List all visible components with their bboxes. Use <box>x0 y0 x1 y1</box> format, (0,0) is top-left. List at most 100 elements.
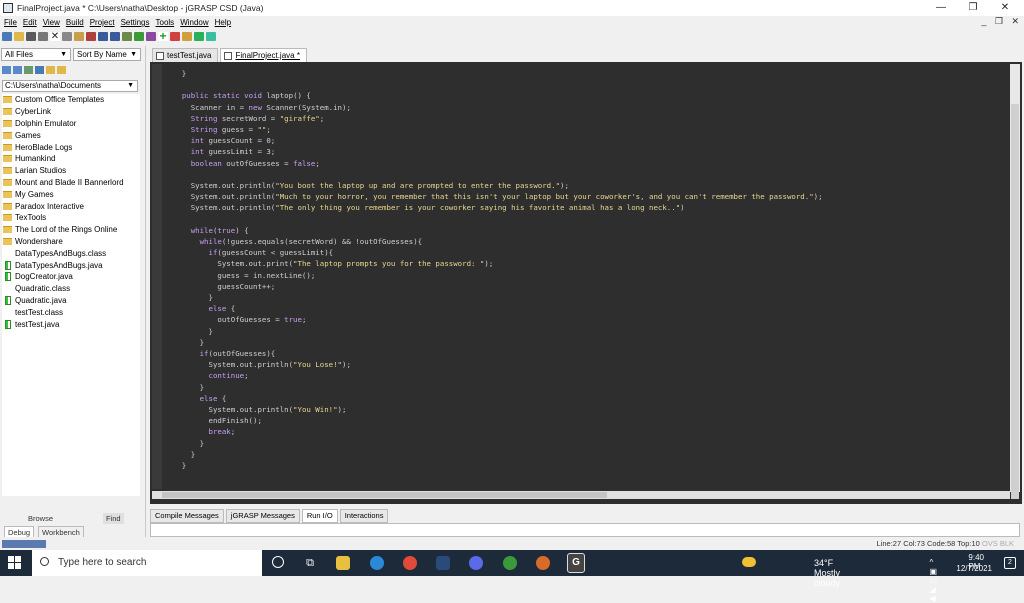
menu-file[interactable]: File <box>4 18 17 27</box>
tab-interactions[interactable]: Interactions <box>339 509 389 523</box>
window-title: FinalProject.java * C:\Users\natha\Deskt… <box>17 3 264 13</box>
close-button[interactable]: ✕ <box>990 0 1020 16</box>
save-icon[interactable] <box>26 32 36 41</box>
file-list-item[interactable]: Custom Office Templates <box>2 94 140 106</box>
folder-icon <box>3 108 12 116</box>
uml-icon[interactable] <box>134 32 144 41</box>
minimize-button[interactable]: — <box>926 0 956 16</box>
file-list-item[interactable]: Larian Studios <box>2 165 140 177</box>
viewer-icon[interactable] <box>206 32 216 41</box>
restore-button[interactable]: ❐ <box>958 0 988 16</box>
menu-help[interactable]: Help <box>215 18 231 27</box>
file-filter-select[interactable]: All Files ▼ <box>1 48 71 61</box>
mdi-controls-icon[interactable]: _ ❐ ✕ <box>981 16 1022 27</box>
tab-testtest[interactable]: testTest.java <box>152 48 219 62</box>
file-list-item[interactable]: Mount and Blade II Bannerlord <box>2 177 140 189</box>
file-list-item[interactable]: Humankind <box>2 153 140 165</box>
code-area[interactable]: } public static void laptop() { Scanner … <box>164 64 1009 492</box>
file-list-item[interactable]: Paradox Interactive <box>2 200 140 212</box>
new-folder-icon[interactable] <box>57 66 66 74</box>
steam-icon[interactable] <box>436 556 450 570</box>
run-applet-icon[interactable] <box>194 32 204 41</box>
menu-tools[interactable]: Tools <box>156 18 175 27</box>
paste-icon[interactable] <box>74 32 84 41</box>
file-list-item[interactable]: DogCreator.java <box>2 271 140 283</box>
file-name: The Lord of the Rings Online <box>15 225 118 235</box>
remove-csd-icon[interactable] <box>110 32 120 41</box>
notification-icon[interactable]: 2 <box>1004 557 1016 569</box>
generate-csd-icon[interactable] <box>98 32 108 41</box>
code-line: if(guessCount < guessLimit){ <box>208 248 334 258</box>
file-list-item[interactable]: Quadratic.java <box>2 295 140 307</box>
horizontal-scrollbar[interactable] <box>152 491 1010 499</box>
file-name: TexTools <box>15 213 47 223</box>
tray-icons[interactable]: ^ ▣ ▭ ◢ ◀ <box>929 558 942 603</box>
file-list-item[interactable]: The Lord of the Rings Online <box>2 224 140 236</box>
file-explorer-icon[interactable] <box>336 556 350 570</box>
menu-settings[interactable]: Settings <box>121 18 150 27</box>
menu-build[interactable]: Build <box>66 18 84 27</box>
print-icon[interactable] <box>38 32 48 41</box>
cpg-icon[interactable] <box>122 32 132 41</box>
menu-view[interactable]: View <box>43 18 60 27</box>
tab-finalproject[interactable]: FinalProject.java * <box>220 48 307 62</box>
toolbar: ✕ + <box>0 29 300 44</box>
cortana-icon[interactable] <box>272 556 284 568</box>
game-launcher-icon[interactable] <box>536 556 550 570</box>
menu-edit[interactable]: Edit <box>23 18 37 27</box>
forward-arrow-icon[interactable] <box>13 66 22 74</box>
clock-date[interactable]: 12/7/2021 <box>956 564 992 573</box>
edge-icon[interactable] <box>370 556 384 570</box>
windows-start-icon[interactable] <box>8 556 22 570</box>
taskbar-search[interactable]: Type here to search <box>32 550 262 576</box>
cut-icon[interactable]: ✕ <box>50 32 60 42</box>
tab-run-io[interactable]: Run I/O <box>301 509 338 523</box>
check-icon[interactable] <box>146 32 156 41</box>
file-list-item[interactable]: HeroBlade Logs <box>2 141 140 153</box>
scroll-thumb[interactable] <box>1011 104 1019 499</box>
file-list-item[interactable]: Quadratic.class <box>2 283 140 295</box>
file-list-item[interactable]: Wondershare <box>2 236 140 248</box>
tab-compile-messages[interactable]: Compile Messages <box>150 509 224 523</box>
refresh-icon[interactable] <box>35 66 44 74</box>
file-list-item[interactable]: Dolphin Emulator <box>2 118 140 130</box>
menu-window[interactable]: Window <box>180 18 208 27</box>
tab-browse[interactable]: Browse <box>28 514 53 523</box>
file-list-item[interactable]: DataTypesAndBugs.java <box>2 259 140 271</box>
tab-find[interactable]: Find <box>103 513 124 524</box>
file-list-item[interactable]: DataTypesAndBugs.class <box>2 247 140 259</box>
menu-project[interactable]: Project <box>90 18 115 27</box>
path-field[interactable]: C:\Users\natha\Documents ▼ <box>2 80 138 92</box>
code-line: } <box>164 438 205 448</box>
copy-icon[interactable] <box>62 32 72 41</box>
tab-jgrasp-messages[interactable]: jGRASP Messages <box>225 509 300 523</box>
task-view-icon[interactable]: ⧉ <box>303 556 317 570</box>
home-icon[interactable] <box>24 66 33 74</box>
discord-icon[interactable] <box>469 556 483 570</box>
file-name: Dolphin Emulator <box>15 118 77 128</box>
file-list-item[interactable]: CyberLink <box>2 106 140 118</box>
file-list-item[interactable]: TexTools <box>2 212 140 224</box>
compile-icon[interactable]: + <box>158 30 168 42</box>
file-list-item[interactable]: testTest.java <box>2 318 140 330</box>
chrome-icon[interactable] <box>403 556 417 570</box>
open-folder-icon[interactable] <box>14 32 24 41</box>
vertical-scrollbar[interactable] <box>1010 64 1020 499</box>
folder-up-icon[interactable] <box>46 66 55 74</box>
undo-icon[interactable] <box>86 32 96 41</box>
run-icon[interactable] <box>182 32 192 41</box>
xbox-icon[interactable] <box>503 556 517 570</box>
file-name: Custom Office Templates <box>15 95 105 105</box>
new-file-icon[interactable] <box>2 32 12 41</box>
folder-icon <box>3 119 12 127</box>
sort-select[interactable]: Sort By Name ▼ <box>73 48 141 61</box>
file-list-item[interactable]: My Games <box>2 188 140 200</box>
back-arrow-icon[interactable] <box>2 66 11 74</box>
jgrasp-app-icon[interactable]: G <box>567 553 585 573</box>
file-list-item[interactable]: Games <box>2 129 140 141</box>
scroll-thumb[interactable] <box>162 492 607 498</box>
file-list-item[interactable]: testTest.class <box>2 306 140 318</box>
message-area[interactable] <box>150 523 1020 537</box>
debug-icon[interactable] <box>170 32 180 41</box>
weather-text[interactable]: 34°F Mostly cloudy <box>814 558 840 588</box>
